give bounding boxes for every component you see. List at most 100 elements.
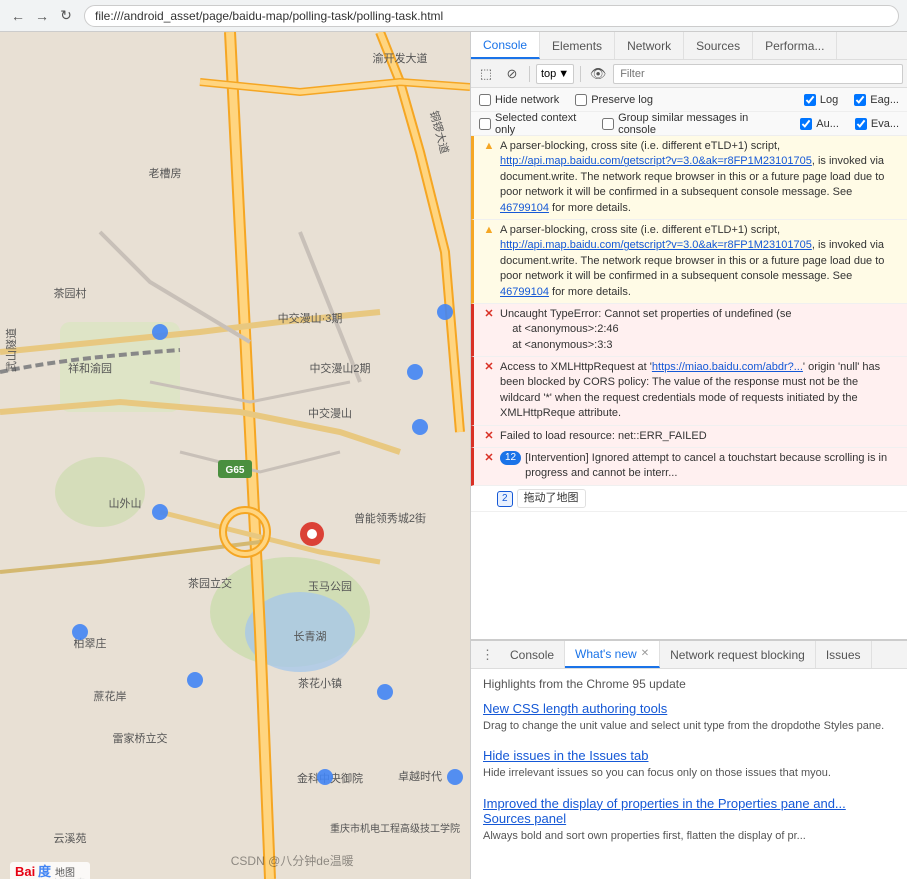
update-title-1[interactable]: New CSS length authoring tools [483, 701, 895, 716]
svg-text:中交漫山2期: 中交漫山2期 [309, 361, 370, 375]
warning-icon2: ▲ [482, 224, 496, 238]
selected-context-option[interactable]: Selected context only [479, 112, 586, 136]
entry-text-error3: Failed to load resource: net::ERR_FAILED [500, 429, 899, 444]
forward-button[interactable]: → [32, 6, 52, 26]
csdn-watermark: CSDN @八分钟de温暖 [231, 852, 677, 869]
eager-option[interactable]: Eag... [854, 94, 899, 106]
tab-sources[interactable]: Sources [684, 32, 753, 59]
svg-text:中交漫山·3期: 中交漫山·3期 [278, 311, 343, 325]
svg-text:地图: 地图 [55, 866, 75, 879]
devtools-toolbar: ⬚ ⊘ top ▼ 👁 [471, 60, 907, 88]
console-entry-error1: ✕ Uncaught TypeError: Cannot set propert… [471, 304, 907, 357]
console-entry-chinese: 2 拖动了地图 [471, 486, 907, 512]
svg-text:茶园村: 茶园村 [54, 286, 87, 300]
hide-network-option[interactable]: Hide network [479, 94, 559, 106]
console-entry-intervention: ✕ 12 [Intervention] Ignored attempt to c… [471, 448, 907, 486]
entry-text-warning1: A parser-blocking, cross site (i.e. diff… [500, 139, 899, 216]
entry-count-tag: 2 [497, 491, 513, 507]
svg-text:玉马公园: 玉马公园 [308, 580, 352, 593]
bottom-tab-whatsnew[interactable]: What's new ✕ [565, 641, 660, 668]
highlights-title: Highlights from the Chrome 95 update [483, 677, 895, 691]
browser-bar: ← → ↻ [0, 0, 907, 32]
svg-text:祥和渝园: 祥和渝园 [68, 361, 112, 375]
auto-option[interactable]: Au... [800, 118, 839, 130]
bottom-tab-network-blocking[interactable]: Network request blocking [660, 641, 816, 668]
svg-text:G65: G65 [226, 465, 245, 476]
tab-performance[interactable]: Performa... [753, 32, 837, 59]
console-output[interactable]: ▲ A parser-blocking, cross site (i.e. di… [471, 136, 907, 639]
back-button[interactable]: ← [8, 6, 28, 26]
svg-text:蔗花岸: 蔗花岸 [94, 690, 127, 703]
hide-network-checkbox[interactable] [479, 94, 491, 106]
devtools-panel: Console Elements Network Sources Perform… [470, 32, 907, 879]
svg-text:山外山: 山外山 [109, 497, 142, 510]
preserve-log-checkbox[interactable] [575, 94, 587, 106]
bottom-tab-console[interactable]: Console [500, 641, 565, 668]
options-row2: Selected context only Group similar mess… [471, 112, 907, 136]
group-similar-checkbox[interactable] [602, 118, 614, 130]
svg-text:老槽房: 老槽房 [149, 167, 182, 180]
devtools-tabs: Console Elements Network Sources Perform… [471, 32, 907, 60]
svg-text:茶花小镇: 茶花小镇 [298, 676, 342, 690]
address-bar[interactable] [84, 5, 899, 27]
bottom-tab-issues[interactable]: Issues [816, 641, 872, 668]
update-item-1: New CSS length authoring tools Drag to c… [483, 701, 895, 734]
map-container[interactable]: G65 渝开发大道 铜锣大道 老槽房 茶园村 中交漫山·3期 中交漫山2期 中交… [0, 32, 470, 879]
log-option[interactable]: Log [804, 94, 838, 106]
error-icon1: ✕ [482, 308, 496, 322]
tab-elements[interactable]: Elements [540, 32, 615, 59]
chinese-text: 拖动了地图 [517, 489, 586, 508]
update-desc-2: Hide irrelevant issues so you can focus … [483, 766, 895, 781]
update-title-2[interactable]: Hide issues in the Issues tab [483, 748, 895, 763]
eager-checkbox[interactable] [854, 94, 866, 106]
bottom-tabs: ⋮ Console What's new ✕ Network request b… [471, 641, 907, 669]
chinese-icon [479, 492, 493, 506]
no-entry-button[interactable]: ⊘ [501, 63, 523, 85]
bottom-tabs-more[interactable]: ⋮ [475, 647, 500, 663]
svg-text:云溪苑: 云溪苑 [54, 832, 87, 845]
inspect-button[interactable]: ⬚ [475, 63, 497, 85]
svg-text:重庆市机电工程高级技工学院: 重庆市机电工程高级技工学院 [330, 822, 460, 835]
entry-text-error2: Access to XMLHttpRequest at 'https://mia… [500, 360, 899, 422]
log-checkbox[interactable] [804, 94, 816, 106]
link-warning2[interactable]: http://api.map.baidu.com/getscript?v=3.0… [500, 239, 812, 251]
update-title-3[interactable]: Improved the display of properties in th… [483, 796, 895, 826]
level-selector[interactable]: top ▼ [536, 64, 574, 84]
update-desc-1: Drag to change the unit value and select… [483, 719, 895, 734]
entry-text-warning2: A parser-blocking, cross site (i.e. diff… [500, 223, 899, 300]
whatsnew-close[interactable]: ✕ [641, 648, 649, 659]
svg-text:卓越时代: 卓越时代 [398, 769, 442, 783]
warning-icon1: ▲ [482, 140, 496, 154]
bottom-content: Highlights from the Chrome 95 update New… [471, 669, 907, 879]
filter-input[interactable] [613, 64, 903, 84]
tab-network[interactable]: Network [615, 32, 684, 59]
refresh-button[interactable]: ↻ [56, 6, 76, 26]
eval-checkbox[interactable] [855, 118, 867, 130]
intervention-badge: 12 [500, 451, 521, 465]
nav-buttons: ← → ↻ [8, 6, 76, 26]
tab-console[interactable]: Console [471, 32, 540, 59]
toolbar-separator2 [580, 66, 581, 82]
entry-text-error1: Uncaught TypeError: Cannot set propertie… [500, 307, 899, 353]
group-similar-option[interactable]: Group similar messages in console [602, 112, 768, 136]
svg-text:雷家桥立交: 雷家桥立交 [113, 731, 168, 745]
svg-text:中交漫山: 中交漫山 [308, 406, 352, 420]
svg-text:渝开发大道: 渝开发大道 [373, 51, 428, 65]
svg-text:武山隧道: 武山隧道 [4, 328, 18, 372]
preserve-log-option[interactable]: Preserve log [575, 94, 653, 106]
selected-context-checkbox[interactable] [479, 118, 491, 130]
eye-button[interactable]: 👁 [587, 63, 609, 85]
console-entry-warning1: ▲ A parser-blocking, cross site (i.e. di… [471, 136, 907, 220]
error-icon2: ✕ [482, 361, 496, 375]
eval-option[interactable]: Eva... [855, 118, 899, 130]
auto-checkbox[interactable] [800, 118, 812, 130]
link-warning1b[interactable]: 46799104 [500, 202, 549, 214]
svg-text:度: 度 [38, 864, 52, 879]
link-warning1[interactable]: http://api.map.baidu.com/getscript?v=3.0… [500, 155, 812, 167]
svg-text:Bai: Bai [15, 864, 35, 879]
main-area: G65 渝开发大道 铜锣大道 老槽房 茶园村 中交漫山·3期 中交漫山2期 中交… [0, 32, 907, 879]
link-warning2b[interactable]: 46799104 [500, 286, 549, 298]
entry-text-intervention: [Intervention] Ignored attempt to cancel… [525, 451, 899, 482]
link-cors[interactable]: https://miao.baidu.com/abdr?... [652, 361, 803, 373]
intervention-icon: ✕ [482, 452, 496, 466]
